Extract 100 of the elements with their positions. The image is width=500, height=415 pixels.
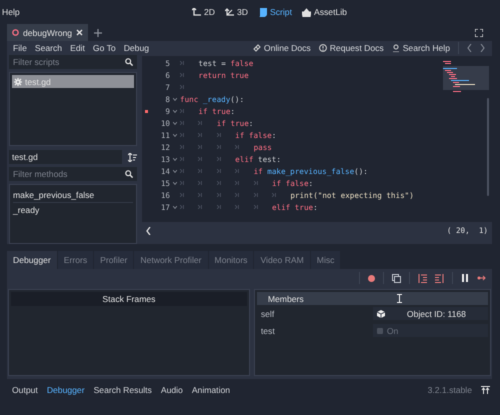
tab-marker-icon: [180, 193, 184, 197]
tab-marker-icon: [180, 157, 184, 161]
menu-button[interactable]: Debug: [124, 42, 150, 52]
axes-icon: [225, 8, 234, 16]
back-icon[interactable]: [467, 44, 472, 52]
menu-button[interactable]: Go To: [92, 42, 116, 52]
tab-marker-icon: [216, 181, 221, 185]
main-screen-tab[interactable]: AssetLib: [302, 7, 347, 17]
tab-marker-icon: [180, 145, 184, 149]
tab-marker-icon: [235, 145, 240, 149]
dock-tab[interactable]: Misc: [310, 251, 342, 269]
breakpoint-icon[interactable]: [144, 110, 148, 112]
tab-marker-icon: [180, 85, 184, 89]
version-label: 3.2.1.stable: [428, 385, 472, 395]
tab-marker-icon: [216, 157, 221, 161]
tab-marker-icon: [198, 133, 202, 137]
basket-icon: [302, 8, 311, 16]
step-into-icon[interactable]: [418, 274, 427, 282]
cube-icon: [376, 310, 385, 318]
collapse-icon[interactable]: [146, 226, 151, 234]
main-screen-tab[interactable]: Script: [258, 7, 292, 17]
tab-marker-icon: [216, 205, 221, 209]
menu-button[interactable]: Search: [34, 42, 62, 52]
tab-marker-icon: [216, 193, 221, 197]
filter-methods-field[interactable]: Filter methods: [9, 167, 137, 181]
tab-marker-icon: [235, 205, 240, 209]
menu-item[interactable]: Help: [2, 7, 20, 17]
filter-scripts-field[interactable]: Filter scripts: [9, 55, 137, 69]
tab-marker-icon: [198, 145, 202, 149]
help-search-icon: [392, 44, 400, 52]
script-circle-icon: [12, 29, 19, 36]
forward-icon[interactable]: [480, 44, 485, 52]
tab-marker-icon: [216, 169, 221, 173]
main-screen-tab[interactable]: 2D: [192, 7, 215, 17]
method-list-item[interactable]: _ready: [13, 203, 133, 217]
gear-icon: [14, 78, 22, 86]
bottom-panel-tab[interactable]: Audio: [160, 385, 183, 395]
sort-icon[interactable]: [128, 152, 137, 162]
exclamation-icon: [318, 44, 327, 52]
tab-marker-icon: [180, 121, 184, 125]
bottom-panel-tab[interactable]: Animation: [192, 385, 230, 395]
scroll-icon: [258, 8, 267, 16]
tab-marker-icon: [180, 169, 184, 173]
expand-panel-icon[interactable]: [481, 386, 490, 394]
method-list-item[interactable]: make_previous_false: [13, 188, 133, 203]
bottom-panel-tab[interactable]: Search Results: [94, 385, 152, 395]
record-icon[interactable]: [368, 274, 375, 282]
dock-tab[interactable]: Monitors: [208, 251, 254, 269]
tab-marker-icon: [198, 157, 202, 161]
tab-marker-icon: [198, 121, 202, 125]
tab-marker-icon: [180, 181, 184, 185]
tab-marker-icon: [180, 205, 184, 209]
bottom-panel-tab[interactable]: Output: [12, 385, 38, 395]
tab-marker-icon: [235, 181, 240, 185]
tab-marker-icon: [180, 133, 184, 137]
dock-tab[interactable]: Network Profiler: [134, 251, 209, 269]
scrollbar[interactable]: [487, 98, 489, 196]
menu-button[interactable]: Edit: [70, 42, 85, 52]
tab-marker-icon: [216, 145, 221, 149]
copy-icon[interactable]: [392, 274, 401, 282]
dock-tab[interactable]: Debugger: [7, 251, 58, 269]
dock-tab[interactable]: Errors: [58, 251, 94, 269]
axes-icon: [192, 8, 201, 16]
tab-marker-icon: [254, 205, 258, 209]
search-icon: [125, 170, 133, 178]
object-value-field[interactable]: Object ID: 1168: [372, 307, 488, 320]
tab-marker-icon: [254, 181, 258, 185]
checkbox[interactable]: [376, 328, 383, 334]
step-over-icon[interactable]: [435, 274, 444, 282]
checkbox-label: On: [386, 326, 398, 336]
text-cursor-icon: [396, 294, 402, 303]
pause-icon[interactable]: [461, 274, 469, 282]
tab-marker-icon: [180, 61, 184, 65]
tab-marker-icon: [198, 181, 202, 185]
tab-marker-icon: [198, 193, 202, 197]
help-button[interactable]: Request Docs: [318, 42, 384, 52]
menu-button[interactable]: File: [13, 42, 27, 52]
tab-marker-icon: [216, 133, 221, 137]
stack-frames-header: Stack Frames: [11, 292, 247, 306]
script-name-field: test.gd: [9, 150, 122, 164]
tab-marker-icon: [235, 193, 240, 197]
bottom-panel-tab[interactable]: Debugger: [46, 385, 85, 395]
fullscreen-icon[interactable]: [475, 28, 483, 36]
close-icon[interactable]: [76, 29, 84, 36]
main-screen-tab[interactable]: 3D: [225, 7, 248, 17]
continue-icon[interactable]: [477, 275, 486, 281]
add-tab-icon[interactable]: [94, 28, 102, 36]
tab-marker-icon: [180, 73, 184, 77]
tab-marker-icon: [272, 193, 276, 197]
help-button[interactable]: Online Docs: [252, 42, 311, 52]
member-name: test: [260, 326, 276, 336]
link-icon: [252, 44, 261, 52]
tab-marker-icon: [180, 109, 184, 113]
help-button[interactable]: Search Help: [392, 42, 450, 52]
members-header: Members: [268, 294, 304, 304]
search-icon: [125, 58, 133, 66]
dock-tab[interactable]: Video RAM: [254, 251, 311, 269]
member-name: self: [260, 308, 276, 318]
dock-tab[interactable]: Profiler: [94, 251, 134, 269]
editor-file-tab[interactable]: debugWrong: [7, 24, 88, 41]
